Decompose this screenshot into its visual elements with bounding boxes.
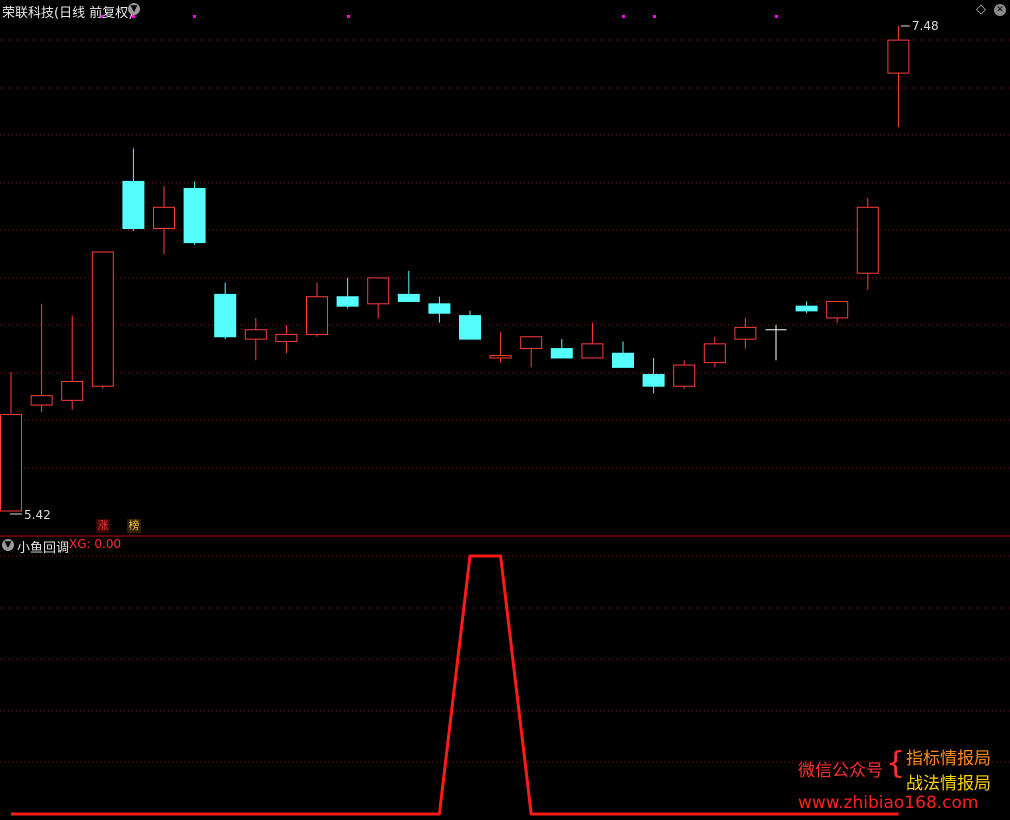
candle-body: [244, 329, 267, 340]
watermark-brace: {: [886, 746, 906, 781]
candle-body: [367, 277, 390, 305]
candle-body: [887, 39, 910, 74]
signal-marker: [347, 15, 350, 18]
candle-body: [856, 206, 879, 274]
low-price-label: 5.42: [24, 508, 51, 522]
candle-body: [826, 300, 849, 319]
signal-marker: [653, 15, 656, 18]
candle-body: [581, 343, 604, 359]
high-price-label: 7.48: [912, 19, 939, 33]
chart-canvas[interactable]: 7.48 5.42: [0, 0, 1010, 820]
candle-body: [183, 187, 206, 244]
candle-body: [550, 348, 573, 359]
candle-body: [795, 305, 818, 312]
watermark-url: www.zhibiao168.com: [798, 793, 979, 813]
candle-body: [459, 315, 481, 340]
stock-title: 荣联科技(日线 前复权): [2, 6, 134, 21]
signal-marker: [622, 15, 625, 18]
candle-body: [91, 251, 114, 387]
candle-body: [397, 293, 420, 302]
candle-body: [703, 343, 726, 364]
chart-window[interactable]: 7.48 5.42 荣联科技(日线 前复权) ▼ ◇ ✕ 涨 榜 ▼ 小鱼回调 X…: [0, 0, 1010, 820]
candle-body: [30, 395, 53, 406]
candle-body: [734, 326, 757, 340]
candle-body: [673, 364, 696, 387]
candle-body: [612, 352, 634, 368]
candle-body: [336, 296, 359, 307]
candle-body: [275, 333, 298, 342]
indicator-value: XG: 0.00: [69, 537, 122, 551]
xg-signal-line: [11, 554, 899, 816]
limit-up-badge[interactable]: 涨: [96, 519, 110, 533]
candle-body: [520, 336, 543, 350]
candle-body: [122, 180, 145, 229]
candle-body: [489, 355, 512, 359]
close-icon[interactable]: ✕: [994, 4, 1006, 16]
candle-body: [428, 303, 451, 314]
candle-body: [306, 296, 328, 335]
watermark-line2: 战法情报局: [906, 774, 991, 794]
candle-body: [214, 293, 237, 338]
signal-marker: [193, 15, 196, 18]
watermark-wechat-label: 微信公众号: [798, 761, 883, 781]
watermark-line1: 指标情报局: [906, 749, 991, 769]
candle-body: [0, 413, 22, 512]
chevron-down-icon[interactable]: ▼: [128, 3, 140, 15]
candle-body: [642, 373, 665, 387]
signal-marker: [775, 15, 778, 18]
diamond-icon[interactable]: ◇: [976, 2, 986, 17]
indicator-chevron-icon[interactable]: ▼: [2, 539, 14, 551]
candle-body: [153, 206, 175, 229]
leaderboard-badge[interactable]: 榜: [127, 519, 141, 533]
candle-body: [61, 381, 84, 401]
indicator-name: 小鱼回调: [17, 541, 70, 556]
